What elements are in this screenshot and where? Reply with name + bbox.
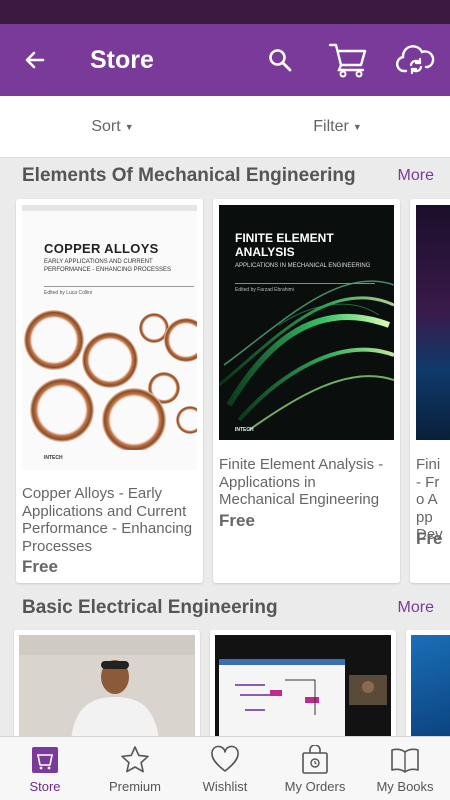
nav-label: My Books <box>376 779 434 794</box>
section-title: Elements Of Mechanical Engineering <box>22 165 356 186</box>
book-cover <box>416 205 450 440</box>
status-bar <box>0 0 450 24</box>
search-icon <box>269 49 292 72</box>
store-icon <box>32 747 58 773</box>
cover-publisher: INTECH <box>44 455 63 461</box>
cover-editor: Edited by Farzad Ebrahimi <box>235 287 294 293</box>
nav-my-orders[interactable]: My Orders <box>270 737 360 800</box>
book-price: Free <box>22 557 58 576</box>
section-header: Elements Of Mechanical Engineering More <box>0 156 450 196</box>
copper-rings-image <box>24 310 197 450</box>
book-icon <box>391 748 419 773</box>
more-link[interactable]: More <box>398 599 434 617</box>
nav-label: Store <box>29 779 61 794</box>
book-cover: FINITE ELEMENT ANALYSIS APPLICATIONS IN … <box>219 205 394 440</box>
cart-button[interactable] <box>314 24 382 96</box>
more-link[interactable]: More <box>398 167 434 185</box>
cloud-sync-icon <box>396 45 435 75</box>
cover-title: COPPER ALLOYS <box>44 241 159 256</box>
sort-filter-bar: Sort ▼ Filter ▼ <box>0 96 450 158</box>
section-mechanical: Elements Of Mechanical Engineering More <box>0 156 450 196</box>
cover-subtitle: EARLY APPLICATIONS AND CURRENT PERFORMAN… <box>44 259 172 273</box>
book-card[interactable]: FINITE ELEMENT ANALYSIS APPLICATIONS IN … <box>213 199 400 583</box>
cover-publisher: INTECH <box>235 427 254 433</box>
cover-subtitle: APPLICATIONS IN MECHANICAL ENGINEERING <box>235 263 371 269</box>
book-card[interactable]: Fini - Fro App Dev Fre <box>410 199 450 583</box>
app-bar: Store <box>0 24 450 96</box>
lecture-thumbnail <box>215 635 391 740</box>
lecturer-image <box>19 635 195 740</box>
search-button[interactable] <box>246 24 314 96</box>
book-card[interactable] <box>14 630 200 740</box>
sync-button[interactable] <box>382 24 450 96</box>
heart-icon <box>211 745 239 772</box>
page-title: Store <box>90 45 154 74</box>
filter-button[interactable]: Filter ▼ <box>225 96 450 157</box>
book-cover: COPPER ALLOYS EARLY APPLICATIONS AND CUR… <box>22 205 197 470</box>
nav-label: My Orders <box>284 779 346 794</box>
cover-editor: Edited by Luca Collini <box>44 290 93 296</box>
book-card[interactable] <box>210 630 396 740</box>
nav-label: Premium <box>108 779 161 794</box>
nav-store[interactable]: Store <box>0 737 90 800</box>
sort-label: Sort <box>91 117 121 135</box>
filter-label: Filter <box>313 117 349 135</box>
nav-label: Wishlist <box>202 779 248 794</box>
section-header: Basic Electrical Engineering More <box>0 588 450 628</box>
caret-down-icon: ▼ <box>352 121 362 132</box>
book-title: Finite Element Analysis - Applications i… <box>219 456 384 508</box>
cart-icon <box>328 43 367 78</box>
back-button[interactable] <box>0 24 70 96</box>
nav-premium[interactable]: Premium <box>90 737 180 800</box>
book-price: Fre <box>416 529 443 548</box>
orders-icon <box>302 745 328 774</box>
section-electrical: Basic Electrical Engineering More <box>0 588 450 628</box>
book-price: Free <box>219 511 255 530</box>
sort-button[interactable]: Sort ▼ <box>0 96 225 157</box>
star-icon <box>121 746 149 773</box>
nav-my-books[interactable]: My Books <box>360 737 450 800</box>
book-cover <box>411 635 450 740</box>
whiteboard-image <box>215 635 391 740</box>
book-card[interactable]: COPPER ALLOYS EARLY APPLICATIONS AND CUR… <box>16 199 203 583</box>
cover-title: FINITE ELEMENT ANALYSIS <box>235 231 334 259</box>
bottom-navigation: Store Premium Wishlist My Orders My Book… <box>0 736 450 800</box>
book-title: Copper Alloys - Early Applications and C… <box>22 485 193 555</box>
caret-down-icon: ▼ <box>124 121 134 132</box>
lecture-thumbnail <box>19 635 195 740</box>
nav-wishlist[interactable]: Wishlist <box>180 737 270 800</box>
section-title: Basic Electrical Engineering <box>22 597 278 618</box>
book-card[interactable] <box>406 630 450 740</box>
arrow-left-icon <box>25 51 45 69</box>
